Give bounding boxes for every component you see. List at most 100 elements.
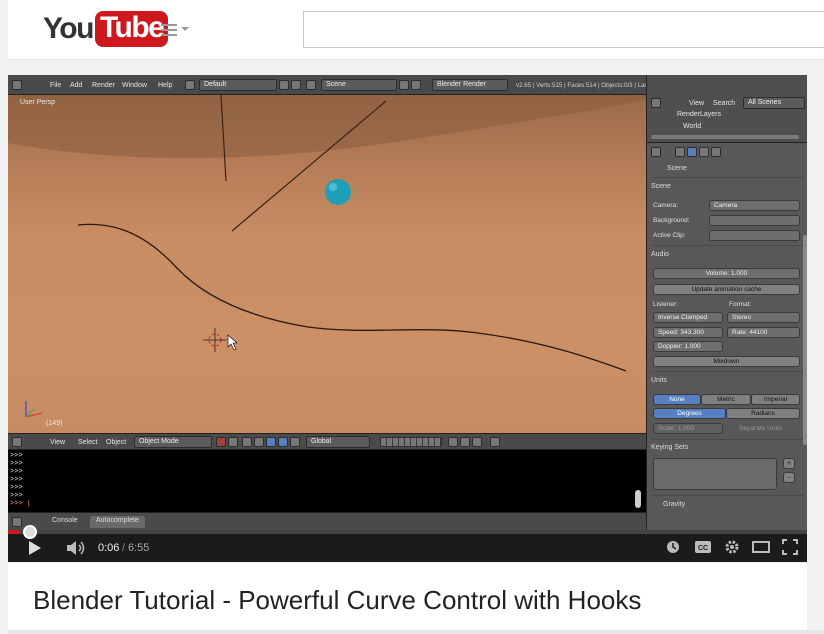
menu-view: View bbox=[50, 439, 66, 446]
outliner: View Search All Scenes RenderLayers Worl… bbox=[647, 75, 807, 143]
panel-divider bbox=[651, 371, 804, 372]
listener-selector: Inverse Clamped bbox=[653, 312, 723, 323]
youtube-watch-page: You Tube File Add Render Window Help Def… bbox=[0, 0, 824, 634]
fullscreen-icon[interactable] bbox=[782, 539, 798, 555]
console-line: >>> bbox=[10, 460, 23, 468]
shading-icon bbox=[216, 437, 226, 447]
viewport-header: View Select Object Object Mode Global bbox=[8, 433, 646, 450]
remove-keying-set-button: - bbox=[783, 472, 795, 483]
chevron-down-icon bbox=[181, 27, 189, 31]
console-scrollbar bbox=[635, 490, 641, 508]
layers-grid-icon bbox=[380, 437, 442, 447]
console-line: >>> bbox=[10, 452, 23, 460]
scene-tab-icon bbox=[687, 147, 697, 157]
watch-later-icon[interactable] bbox=[666, 540, 680, 554]
settings-gear-icon[interactable] bbox=[724, 539, 740, 555]
background-field bbox=[709, 215, 800, 226]
object-tab-icon bbox=[711, 147, 721, 157]
play-icon[interactable] bbox=[28, 540, 42, 556]
captions-icon[interactable]: CC bbox=[694, 540, 712, 554]
active-clip-label: Active Clip: bbox=[653, 232, 686, 239]
render-engine-selector: Blender Render bbox=[432, 79, 508, 91]
outliner-menu-search: Search bbox=[713, 100, 736, 107]
right-margin bbox=[807, 75, 824, 634]
video-frame-blender: File Add Render Window Help Default Scen… bbox=[8, 75, 807, 530]
gravity-panel-header: Gravity bbox=[663, 501, 686, 508]
format-label: Format: bbox=[729, 301, 752, 308]
orientation-selector: Global bbox=[306, 436, 370, 448]
console-editor-icon bbox=[12, 517, 22, 527]
scene-selector: Scene bbox=[321, 79, 397, 91]
close-scene-icon bbox=[411, 80, 421, 90]
properties-editor: View Search All Scenes RenderLayers Worl… bbox=[646, 75, 807, 530]
properties-editor-icon bbox=[651, 147, 661, 157]
autocomplete-tab: Autocomplete bbox=[90, 516, 145, 528]
properties-breadcrumb: Scene bbox=[667, 165, 687, 172]
outliner-menu-view: View bbox=[689, 100, 705, 107]
layer-icon bbox=[290, 437, 300, 447]
progress-scrubber[interactable] bbox=[23, 525, 38, 539]
menu-object: Object bbox=[106, 439, 127, 446]
sphere-highlight bbox=[329, 183, 337, 191]
doppler-field: Doppler: 1.000 bbox=[653, 341, 723, 352]
audio-panel-header: Audio bbox=[651, 251, 669, 258]
view3d-editor-icon bbox=[12, 437, 22, 447]
menu-select: Select bbox=[78, 439, 98, 446]
volume-icon[interactable] bbox=[66, 540, 88, 556]
render-preview-icon bbox=[490, 437, 500, 447]
mode-selector: Object Mode bbox=[134, 436, 212, 448]
editor-type-icon bbox=[12, 80, 22, 90]
menu-help: Help bbox=[158, 82, 173, 89]
keying-sets-list bbox=[653, 458, 777, 490]
outliner-scrollbar bbox=[651, 135, 799, 139]
video-player[interactable]: File Add Render Window Help Default Scen… bbox=[8, 75, 807, 562]
python-console: >>> >>> >>> >>> >>> >>> >>> | bbox=[8, 450, 646, 512]
snap-icon bbox=[460, 437, 470, 447]
viewport-scene bbox=[8, 95, 646, 418]
time-separator: / bbox=[122, 542, 126, 554]
keying-sets-panel-header: Keying Sets bbox=[651, 444, 689, 451]
menu-add: Add bbox=[70, 82, 83, 89]
separate-units-label: Separate Units bbox=[739, 425, 782, 432]
units-radians-button: Radians bbox=[726, 408, 800, 419]
theater-mode-icon[interactable] bbox=[752, 541, 770, 553]
units-metric-button: Metric bbox=[701, 394, 751, 405]
search-input[interactable] bbox=[303, 11, 824, 48]
progress-bar[interactable] bbox=[8, 525, 807, 539]
scene-icon bbox=[306, 80, 316, 90]
horizon-shadow bbox=[8, 95, 646, 159]
console-tab: Console bbox=[46, 516, 84, 528]
world-tab-icon bbox=[699, 147, 709, 157]
logo-tube-text: Tube bbox=[94, 11, 169, 47]
render-tab-icon bbox=[675, 147, 685, 157]
outliner-editor-icon bbox=[651, 98, 661, 108]
3d-viewport: User Persp (149) bbox=[8, 95, 646, 435]
add-layout-icon bbox=[279, 80, 289, 90]
duration: 6:55 bbox=[128, 542, 150, 554]
outliner-filter: All Scenes bbox=[743, 97, 805, 109]
close-layout-icon bbox=[291, 80, 301, 90]
panel-divider bbox=[651, 245, 804, 246]
lock-icon bbox=[448, 437, 458, 447]
rate-field: Rate: 44100 bbox=[727, 327, 800, 338]
menu-window: Window bbox=[122, 82, 147, 89]
snap-target-icon bbox=[472, 437, 482, 447]
console-line: >>> bbox=[10, 468, 23, 476]
scale-icon bbox=[278, 437, 288, 447]
bezier-curve bbox=[77, 223, 627, 372]
manipulator-icon bbox=[242, 437, 252, 447]
listener-label: Listener: bbox=[653, 301, 678, 308]
outliner-item-renderlayers: RenderLayers bbox=[677, 111, 721, 118]
background-label: Background: bbox=[653, 217, 690, 224]
outliner-item-world: World bbox=[683, 123, 702, 130]
svg-text:CC: CC bbox=[698, 545, 708, 552]
layout-selector: Default bbox=[199, 79, 277, 91]
camera-label: Camera: bbox=[653, 202, 678, 209]
console-line: >>> bbox=[10, 484, 23, 492]
console-header: Console Autocomplete bbox=[8, 512, 646, 530]
guide-menu-button[interactable] bbox=[161, 24, 191, 38]
player-controls: 0:06 / 6:55 CC bbox=[8, 525, 807, 562]
frame-info: (149) bbox=[46, 420, 63, 427]
youtube-logo[interactable]: You Tube bbox=[43, 11, 169, 47]
current-time: 0:06 bbox=[98, 542, 120, 554]
